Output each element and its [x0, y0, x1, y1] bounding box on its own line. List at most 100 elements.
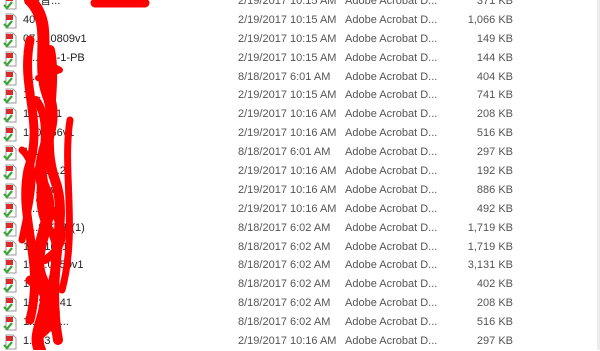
file-date-modified: 2/19/2017 10:16 AM: [238, 108, 337, 121]
file-size: 886 KB: [476, 183, 513, 196]
pdf-file-icon: [2, 124, 20, 143]
file-name: 12...5: [23, 89, 51, 102]
file-size: 149 KB: [476, 32, 513, 45]
file-size: 297 KB: [476, 335, 513, 348]
file-type: Adobe Acrobat D...: [345, 70, 438, 83]
file-type: Adobe Acrobat D...: [345, 297, 438, 310]
file-type: Adobe Acrobat D...: [345, 51, 438, 64]
file-date-modified: 8/18/2017 6:02 AM: [238, 297, 331, 310]
file-type: Adobe Acrobat D...: [345, 127, 438, 140]
file-type: Adobe Acrobat D...: [345, 278, 438, 291]
file-name: 1...2.05...: [23, 316, 69, 329]
file-date-modified: 8/18/2017 6:01 AM: [238, 146, 331, 159]
file-type: Adobe Acrobat D...: [345, 183, 438, 196]
file-size: 492 KB: [476, 202, 513, 215]
file-date-modified: 2/19/2017 10:16 AM: [238, 183, 337, 196]
file-row[interactable]: 1...810v1 8/18/2017 6:02 AM Adobe Acrobat …: [0, 238, 600, 257]
file-row[interactable]: 1...71v 2/19/2017 10:16 AM Adobe Acrobat D…: [0, 181, 600, 200]
file-size: 371 KB: [476, 0, 513, 7]
file-size: 1,066 KB: [467, 13, 513, 26]
file-name: 1...810v1 (1): [23, 221, 85, 234]
file-name: 1...53: [23, 335, 51, 348]
file-row[interactable]: 1...13v 2/19/2017 10:16 AM Adobe Acrobat D…: [0, 200, 600, 219]
file-date-modified: 8/18/2017 6:02 AM: [238, 259, 331, 272]
pdf-file-icon: [2, 238, 20, 257]
file-row[interactable]: 13...5 8/18/2017 6:01 AM Adobe Acrobat D..…: [0, 143, 600, 162]
pdf-file-icon: [2, 162, 20, 181]
file-row[interactable]: 12...5 2/19/2017 10:15 AM Adobe Acrobat D.…: [0, 86, 600, 105]
file-row[interactable]: 1...2.0941 8/18/2017 6:02 AM Adobe Acrobat…: [0, 294, 600, 313]
pdf-file-icon: [2, 275, 20, 294]
file-type: Adobe Acrobat D...: [345, 221, 438, 234]
file-size: 144 KB: [476, 51, 513, 64]
file-name: 1...71v: [23, 183, 57, 196]
pdf-file-icon: [2, 49, 20, 68]
file-row[interactable]: 1...53 2/19/2017 10:16 AM Adobe Acrobat D.…: [0, 332, 600, 351]
pdf-file-icon: [2, 30, 20, 49]
file-name: 130...v1: [23, 108, 63, 121]
file-size: 297 KB: [476, 146, 513, 159]
file-type: Adobe Acrobat D...: [345, 146, 438, 159]
file-date-modified: 8/18/2017 6:02 AM: [238, 240, 331, 253]
file-type: Adobe Acrobat D...: [345, 240, 438, 253]
file-date-modified: 8/18/2017 6:01 AM: [238, 70, 331, 83]
pdf-file-icon: [2, 0, 20, 11]
file-size: 404 KB: [476, 70, 513, 83]
file-size: 3,131 KB: [467, 259, 513, 272]
file-name: 1...2.923: [23, 278, 66, 291]
file-row[interactable]: 130...66v1 2/19/2017 10:16 AM Adobe Acroba…: [0, 124, 600, 143]
file-date-modified: 2/19/2017 10:15 AM: [238, 32, 337, 45]
file-type: Adobe Acrobat D...: [345, 0, 438, 7]
pdf-file-icon: [2, 86, 20, 105]
file-date-modified: 2/19/2017 10:15 AM: [238, 51, 337, 64]
file-date-modified: 8/18/2017 6:02 AM: [238, 316, 331, 329]
file-type: Adobe Acrobat D...: [345, 165, 438, 178]
file-type: Adobe Acrobat D...: [345, 13, 438, 26]
file-size: 1,719 KB: [467, 221, 513, 234]
pdf-file-icon: [2, 256, 20, 275]
file-name: 1...13v: [23, 202, 57, 215]
pdf-file-icon: [2, 332, 20, 351]
file-row[interactable]: 1...2.923 8/18/2017 6:02 AM Adobe Acrobat …: [0, 275, 600, 294]
file-size: 402 KB: [476, 278, 513, 291]
file-date-modified: 2/19/2017 10:16 AM: [238, 202, 337, 215]
file-size: 208 KB: [476, 297, 513, 310]
pdf-file-icon: [2, 181, 20, 200]
file-date-modified: 2/19/2017 10:16 AM: [238, 127, 337, 140]
file-date-modified: 8/18/2017 6:02 AM: [238, 221, 331, 234]
file-row[interactable]: 8...325-1-PB 2/19/2017 10:15 AM Adobe Acro…: [0, 49, 600, 68]
file-row[interactable]: 1...810v1 (1) 8/18/2017 6:02 AM Adobe Acro…: [0, 219, 600, 238]
file-size: 192 KB: [476, 165, 513, 178]
file-row[interactable]: 1...412 8/18/2017 6:01 AM Adobe Acrobat D.…: [0, 68, 600, 87]
file-type: Adobe Acrobat D...: [345, 259, 438, 272]
file-row[interactable]: 1...2.05... 8/18/2017 6:02 AM Adobe Acroba…: [0, 313, 600, 332]
file-row[interactable]: 406 2/19/2017 10:15 AM Adobe Acrobat D... 1…: [0, 11, 600, 30]
file-name: 1...810v1: [23, 240, 69, 253]
file-name: 1...2.0941: [23, 297, 72, 310]
file-size: 516 KB: [476, 316, 513, 329]
file-row[interactable]: 1...31...2 2/19/2017 10:16 AM Adobe Acroba…: [0, 162, 600, 181]
file-type: Adobe Acrobat D...: [345, 108, 438, 121]
pdf-file-icon: [2, 219, 20, 238]
file-size: 516 KB: [476, 127, 513, 140]
file-name: 1...412: [23, 70, 57, 83]
pdf-file-icon: [2, 313, 20, 332]
file-type: Adobe Acrobat D...: [345, 202, 438, 215]
file-row[interactable]: 07..0.0809v1 2/19/2017 10:15 AM Adobe Acro…: [0, 30, 600, 49]
pdf-file-icon: [2, 105, 20, 124]
pdf-file-icon: [2, 200, 20, 219]
file-type: Adobe Acrobat D...: [345, 316, 438, 329]
file-row[interactable]: 7解音... 2/19/2017 10:15 AM Adobe Acrobat D.…: [0, 0, 600, 11]
pdf-file-icon: [2, 11, 20, 30]
file-date-modified: 8/18/2017 6:02 AM: [238, 278, 331, 291]
file-list: 7解音... 2/19/2017 10:15 AM Adobe Acrobat D.…: [0, 0, 600, 351]
file-name: 8...325-1-PB: [23, 51, 85, 64]
file-date-modified: 2/19/2017 10:15 AM: [238, 89, 337, 102]
file-row[interactable]: 130...v1 2/19/2017 10:16 AM Adobe Acrobat …: [0, 105, 600, 124]
file-row[interactable]: 1...0.0450v1 8/18/2017 6:02 AM Adobe Acrob…: [0, 256, 600, 275]
file-size: 208 KB: [476, 108, 513, 121]
file-date-modified: 2/19/2017 10:16 AM: [238, 335, 337, 348]
file-size: 741 KB: [476, 89, 513, 102]
file-type: Adobe Acrobat D...: [345, 89, 438, 102]
pdf-file-icon: [2, 143, 20, 162]
